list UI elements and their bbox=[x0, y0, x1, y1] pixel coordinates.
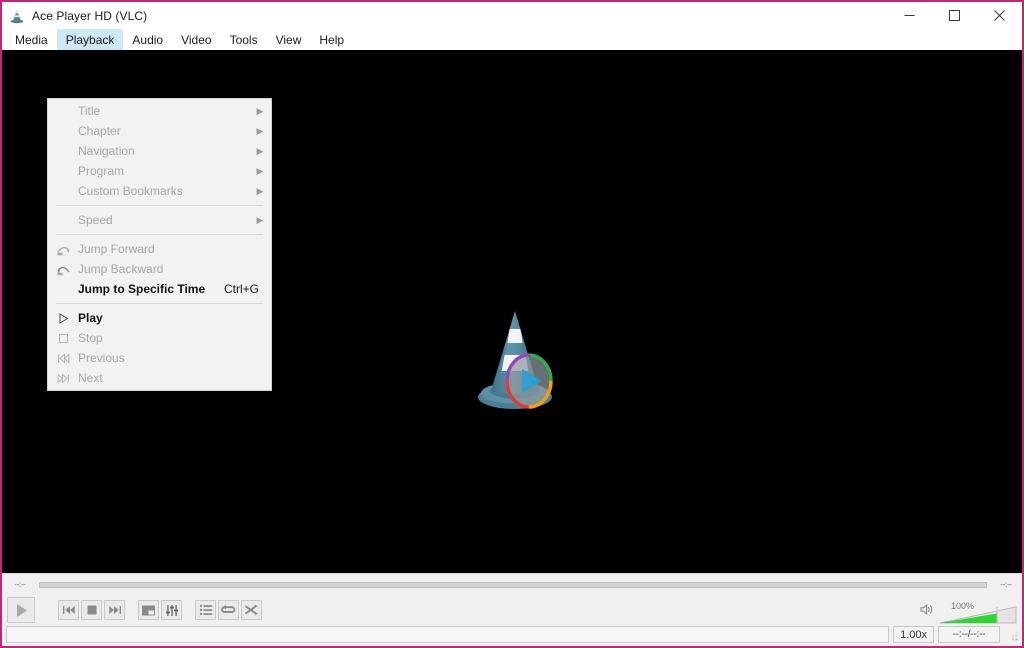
menu-item-label: Jump Backward bbox=[78, 262, 164, 276]
menu-video[interactable]: Video bbox=[172, 29, 220, 50]
menu-item-label: Chapter bbox=[78, 124, 121, 138]
elapsed-time-label: --:-- bbox=[14, 580, 26, 589]
video-display-area[interactable]: Title ▶ Chapter ▶ Navigation ▶ Program ▶ bbox=[2, 50, 1022, 573]
play-icon bbox=[48, 308, 78, 328]
menu-item-stop[interactable]: Stop bbox=[48, 328, 271, 348]
menu-item-speed[interactable]: Speed ▶ bbox=[48, 210, 271, 230]
loop-button[interactable] bbox=[218, 600, 239, 620]
chevron-right-icon: ▶ bbox=[256, 125, 264, 136]
menu-item-label: Jump Forward bbox=[78, 242, 155, 256]
stop-button[interactable] bbox=[81, 600, 102, 620]
playback-controls-bar: 100% bbox=[2, 595, 1022, 625]
menu-item-label: Jump to Specific Time bbox=[78, 282, 206, 296]
vlc-main-window: Ace Player HD (VLC) Media Playback Audio… bbox=[0, 0, 1024, 648]
previous-button[interactable] bbox=[58, 600, 79, 620]
menu-item-label: Previous bbox=[78, 351, 125, 365]
menu-item-icon-slot bbox=[48, 141, 78, 161]
menu-item-next[interactable]: Next bbox=[48, 368, 271, 388]
menu-separator bbox=[56, 205, 263, 206]
previous-icon bbox=[48, 348, 78, 368]
menu-media[interactable]: Media bbox=[6, 29, 57, 50]
shuffle-button[interactable] bbox=[241, 600, 262, 620]
playlist-controls-group bbox=[195, 600, 264, 620]
chevron-right-icon: ▶ bbox=[256, 105, 264, 116]
menu-item-previous[interactable]: Previous bbox=[48, 348, 271, 368]
remaining-time-label: --:-- bbox=[1000, 580, 1012, 589]
menu-item-label: Program bbox=[78, 164, 125, 178]
close-button[interactable] bbox=[977, 2, 1022, 29]
menu-item-title[interactable]: Title ▶ bbox=[48, 101, 271, 121]
resize-grip[interactable] bbox=[1004, 626, 1020, 643]
menu-help[interactable]: Help bbox=[310, 29, 353, 50]
title-bar: Ace Player HD (VLC) bbox=[2, 2, 1022, 29]
fullscreen-button[interactable] bbox=[138, 600, 159, 620]
menu-item-custom-bookmarks[interactable]: Custom Bookmarks ▶ bbox=[48, 181, 271, 201]
jump-forward-icon bbox=[48, 239, 78, 259]
window-controls bbox=[887, 2, 1022, 29]
jump-backward-icon bbox=[48, 259, 78, 279]
primary-controls-group bbox=[7, 597, 47, 623]
menu-item-jump-forward[interactable]: Jump Forward bbox=[48, 239, 271, 259]
seek-bar-row: --:-- --:-- bbox=[2, 573, 1022, 595]
speaker-icon[interactable] bbox=[920, 603, 935, 621]
playback-dropdown-menu: Title ▶ Chapter ▶ Navigation ▶ Program ▶ bbox=[47, 98, 272, 391]
menu-separator bbox=[56, 303, 263, 304]
volume-percent-label: 100% bbox=[951, 601, 975, 611]
menu-item-navigation[interactable]: Navigation ▶ bbox=[48, 141, 271, 161]
menu-audio[interactable]: Audio bbox=[123, 29, 172, 50]
menu-item-label: Stop bbox=[78, 331, 103, 345]
chevron-right-icon: ▶ bbox=[256, 185, 264, 196]
volume-cluster: 100% bbox=[920, 596, 1017, 624]
menu-item-label: Next bbox=[78, 371, 103, 385]
view-controls-group bbox=[138, 600, 184, 620]
menu-item-chapter[interactable]: Chapter ▶ bbox=[48, 121, 271, 141]
menu-item-jump-to-specific-time[interactable]: Jump to Specific Time Ctrl+G bbox=[48, 279, 271, 299]
playback-speed-indicator[interactable]: 1.00x bbox=[893, 626, 934, 643]
window-title: Ace Player HD (VLC) bbox=[32, 8, 148, 23]
menu-playback[interactable]: Playback bbox=[56, 29, 124, 50]
menu-separator bbox=[56, 234, 263, 235]
menu-view[interactable]: View bbox=[267, 29, 311, 50]
app-icon bbox=[9, 8, 25, 24]
menu-tools[interactable]: Tools bbox=[221, 29, 267, 50]
menu-item-icon-slot bbox=[48, 181, 78, 201]
menu-item-icon-slot bbox=[48, 279, 78, 299]
next-button[interactable] bbox=[104, 600, 125, 620]
time-indicator[interactable]: --:--/--:-- bbox=[938, 626, 1000, 643]
menu-item-label: Navigation bbox=[78, 144, 135, 158]
equalizer-button[interactable] bbox=[161, 600, 182, 620]
transport-controls-group bbox=[58, 600, 127, 620]
menu-item-icon-slot bbox=[48, 121, 78, 141]
menu-item-icon-slot bbox=[48, 210, 78, 230]
menu-item-icon-slot bbox=[48, 101, 78, 121]
menu-item-icon-slot bbox=[48, 161, 78, 181]
stop-icon bbox=[48, 328, 78, 348]
menu-item-label: Speed bbox=[78, 213, 113, 227]
play-button[interactable] bbox=[7, 597, 35, 623]
chevron-right-icon: ▶ bbox=[256, 214, 264, 225]
minimize-button[interactable] bbox=[887, 2, 932, 29]
menu-item-label: Play bbox=[78, 311, 103, 325]
volume-slider[interactable]: 100% bbox=[939, 601, 1017, 624]
menu-item-play[interactable]: Play bbox=[48, 308, 271, 328]
media-input-field[interactable] bbox=[6, 626, 890, 643]
maximize-button[interactable] bbox=[932, 2, 977, 29]
menu-item-label: Title bbox=[78, 104, 101, 118]
playlist-button[interactable] bbox=[195, 600, 216, 620]
chevron-right-icon: ▶ bbox=[256, 145, 264, 156]
menu-bar: Media Playback Audio Video Tools View He… bbox=[2, 29, 1022, 50]
next-icon bbox=[48, 368, 78, 388]
seek-slider[interactable] bbox=[39, 581, 987, 588]
menu-item-label: Custom Bookmarks bbox=[78, 184, 183, 198]
chevron-right-icon: ▶ bbox=[256, 165, 264, 176]
vlc-cone-logo bbox=[465, 305, 565, 415]
menu-item-jump-backward[interactable]: Jump Backward bbox=[48, 259, 271, 279]
status-bar: 1.00x --:--/--:-- bbox=[2, 625, 1022, 646]
menu-item-shortcut: Ctrl+G bbox=[223, 282, 259, 296]
menu-item-program[interactable]: Program ▶ bbox=[48, 161, 271, 181]
